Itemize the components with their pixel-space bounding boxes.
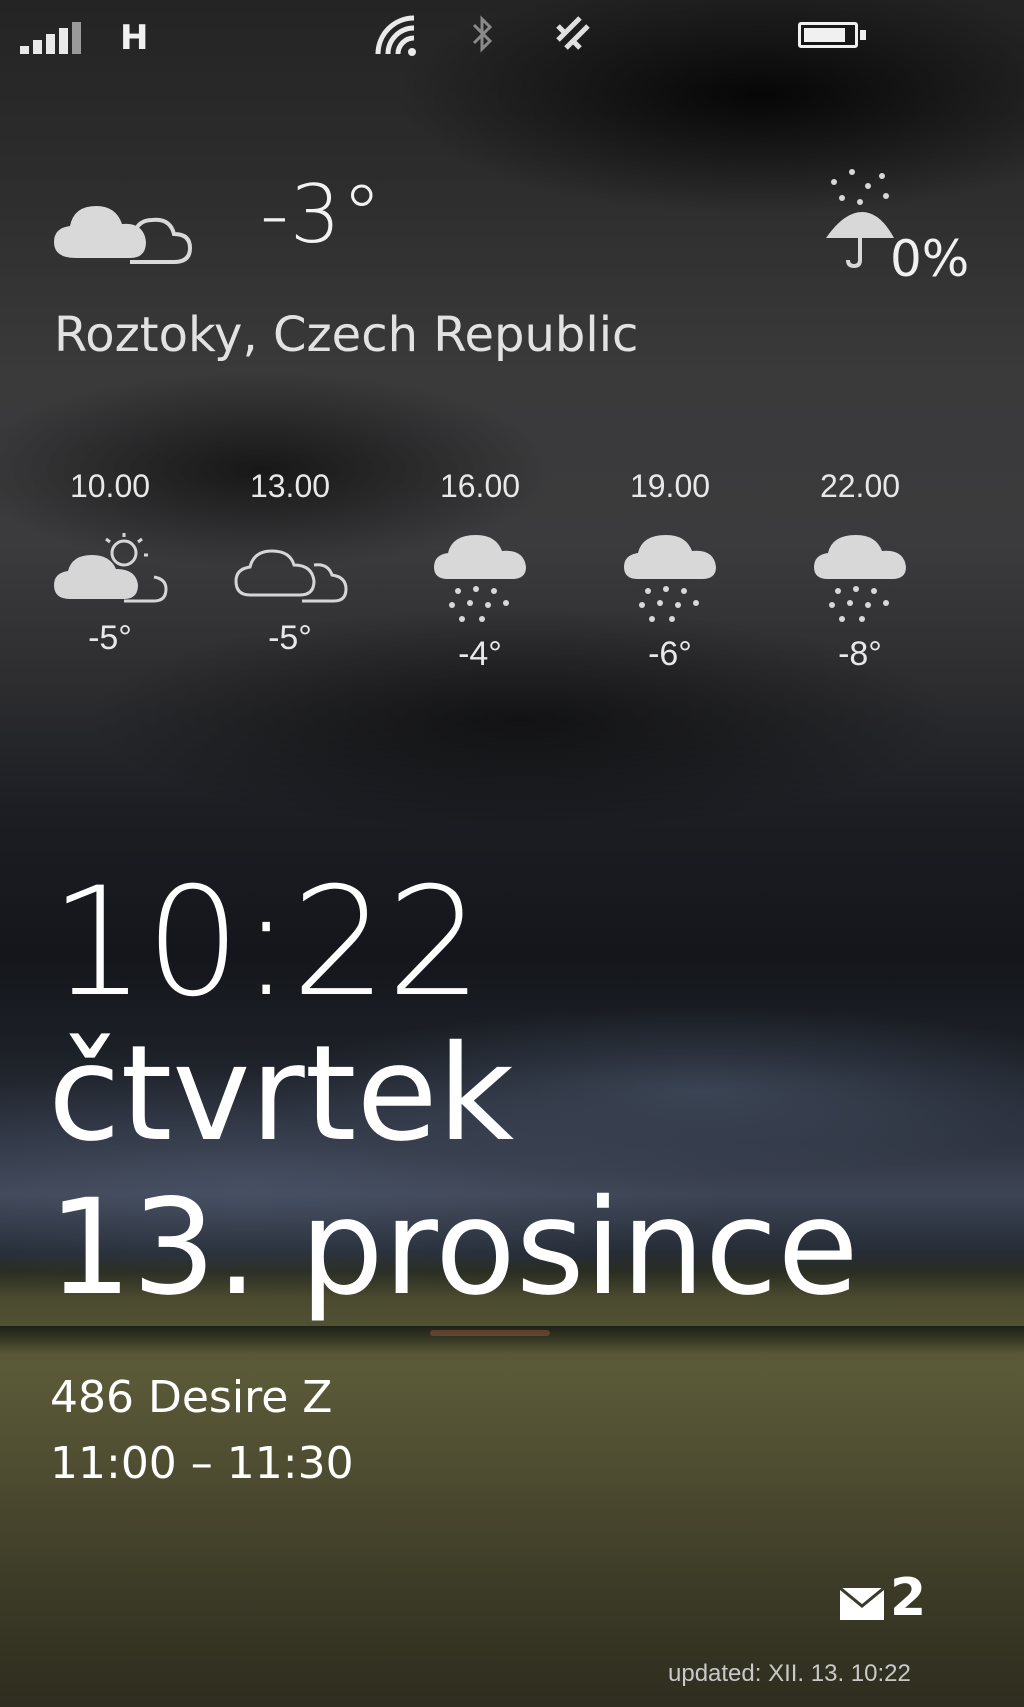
forecast-temperature: -6° bbox=[648, 635, 692, 673]
sync-icon bbox=[552, 12, 594, 60]
network-type: H bbox=[120, 18, 149, 58]
forecast-item: 10.00 -5° bbox=[40, 468, 180, 658]
bluetooth-icon bbox=[470, 14, 496, 58]
battery-icon bbox=[798, 22, 870, 52]
mail-icon bbox=[839, 1586, 885, 1624]
forecast-temperature: -8° bbox=[838, 635, 882, 673]
forecast-time: 10.00 bbox=[69, 468, 151, 504]
forecast-time: 22.00 bbox=[819, 468, 901, 504]
umbrella-rain-icon bbox=[822, 162, 894, 276]
forecast-time: 16.00 bbox=[439, 468, 521, 504]
calendar-event-time: 11:00 – 11:30 bbox=[50, 1438, 354, 1489]
forecast-time: 13.00 bbox=[249, 468, 331, 504]
wifi-icon bbox=[374, 14, 422, 60]
forecast-temperature: -4° bbox=[458, 635, 502, 673]
partly-sunny-icon bbox=[54, 533, 168, 603]
lock-screen: H -3° 0% Roztoky, Czech Republic 10.00 -… bbox=[0, 0, 1024, 1707]
forecast-item: 19.00 -6° bbox=[600, 468, 740, 674]
cloudy-icon bbox=[234, 549, 348, 603]
forecast-item: 22.00 -8° bbox=[790, 468, 930, 674]
lock-day: čtvrtek bbox=[48, 1017, 515, 1171]
status-bar: H bbox=[0, 0, 1024, 80]
current-temperature: -3° bbox=[260, 168, 383, 261]
hourly-forecast: 10.00 -5° 13.00 -5° 16.00 -4° 19.00 -6° … bbox=[40, 468, 980, 708]
forecast-time: 19.00 bbox=[629, 468, 711, 504]
location-label: Roztoky, Czech Republic bbox=[54, 307, 639, 363]
lock-date: 13. prosince bbox=[48, 1171, 859, 1325]
mail-count: 2 bbox=[890, 1568, 927, 1628]
snow-icon bbox=[434, 535, 526, 622]
calendar-event-title: 486 Desire Z bbox=[50, 1372, 333, 1423]
lock-clock: 10:22 bbox=[50, 856, 483, 1030]
snow-icon bbox=[624, 535, 716, 622]
forecast-item: 16.00 -4° bbox=[410, 468, 550, 674]
forecast-temperature: -5° bbox=[268, 619, 312, 657]
horizon-light bbox=[430, 1330, 550, 1336]
forecast-item: 13.00 -5° bbox=[220, 468, 360, 658]
snow-icon bbox=[814, 535, 906, 622]
updated-label: updated: XII. 13. 10:22 bbox=[668, 1660, 911, 1687]
cloudy-icon bbox=[46, 190, 196, 274]
signal-bars-icon bbox=[20, 22, 84, 54]
forecast-temperature: -5° bbox=[88, 619, 132, 657]
precipitation-chance: 0% bbox=[890, 230, 970, 288]
